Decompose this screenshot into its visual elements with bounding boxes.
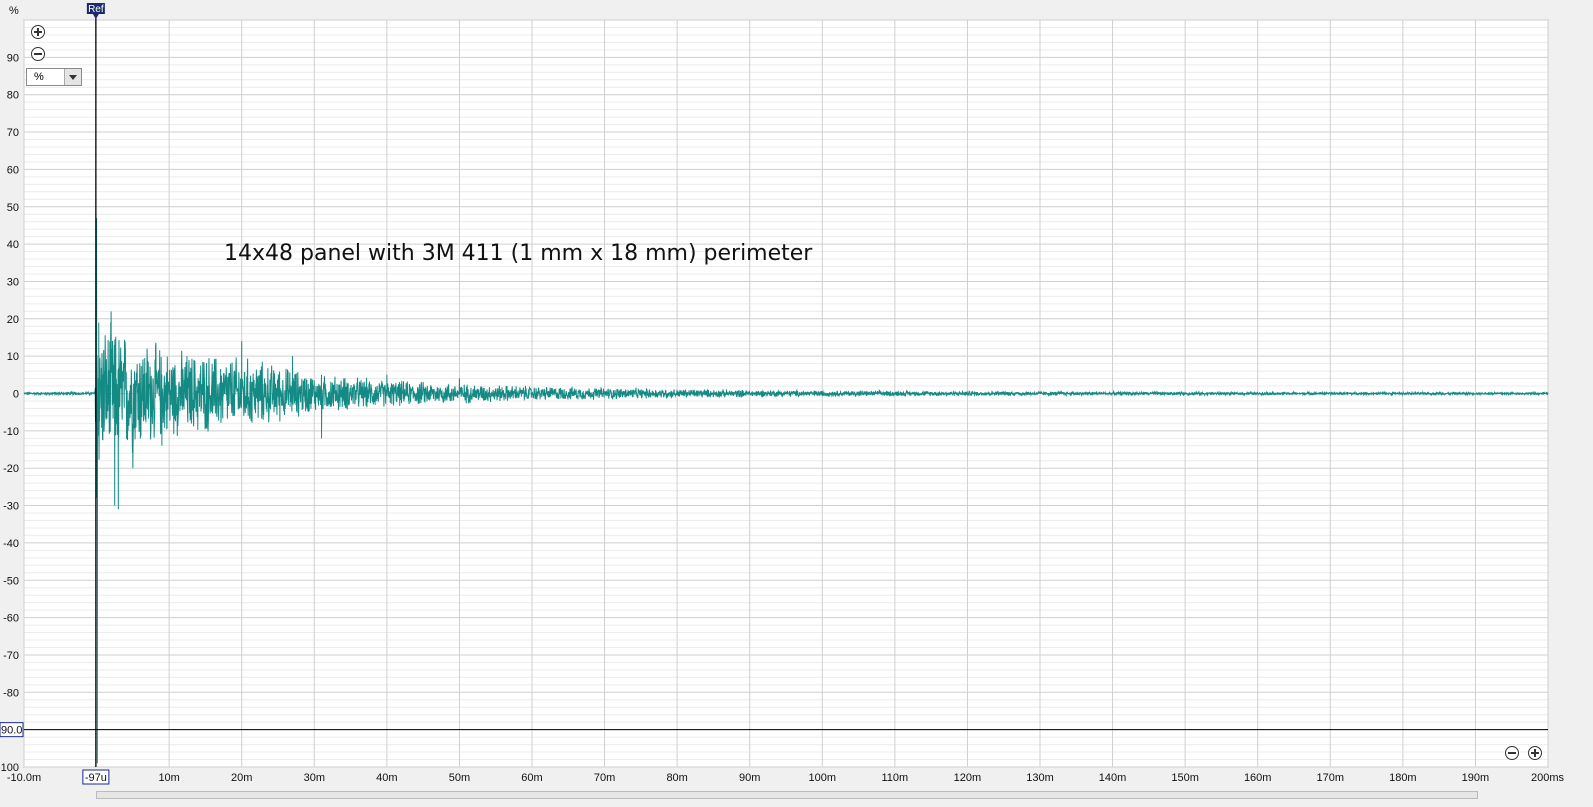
reference-marker-flag[interactable]: Ref <box>86 3 105 19</box>
chevron-down-icon[interactable] <box>64 69 81 85</box>
y-tick-label: -80 <box>3 687 19 699</box>
level-marker-label[interactable]: 90.0 <box>0 722 24 738</box>
x-tick-label: 90m <box>739 772 760 784</box>
svg-text:90.0: 90.0 <box>1 725 22 737</box>
x-tick-label: 30m <box>304 772 325 784</box>
y-tick-label: -50 <box>3 575 19 587</box>
horizontal-scrollbar[interactable] <box>96 791 1478 799</box>
x-tick-label: 80m <box>666 772 687 784</box>
x-tick-label: 190m <box>1462 772 1490 784</box>
x-tick-label: 200ms <box>1531 772 1565 784</box>
y-zoom-out-icon[interactable] <box>31 47 45 61</box>
y-tick-label: 70 <box>7 127 19 139</box>
y-tick-label: 80 <box>7 90 19 102</box>
y-tick-label: 50 <box>7 202 19 214</box>
x-tick-label: 160m <box>1244 772 1272 784</box>
x-tick-label: 170m <box>1317 772 1345 784</box>
y-tick-label: 40 <box>7 239 19 251</box>
x-tick-label: 20m <box>231 772 252 784</box>
x-tick-label: 60m <box>521 772 542 784</box>
x-zoom-in-icon[interactable] <box>1528 746 1542 760</box>
y-tick-label: 90 <box>7 52 19 64</box>
y-zoom-in-icon[interactable] <box>31 25 45 39</box>
x-tick-label: 130m <box>1026 772 1054 784</box>
x-axis-ticks: -10.0m 10m 20m 30m 40m 50m 60m 70m 80m 90m 100m 110… <box>7 772 1565 784</box>
chart-annotation: 14x48 panel with 3M 411 (1 mm x 18 mm) p… <box>224 241 813 266</box>
y-tick-label: -40 <box>3 538 19 550</box>
svg-text:Ref: Ref <box>88 4 104 15</box>
y-tick-label: 20 <box>7 314 19 326</box>
svg-text:-97u: -97u <box>85 772 107 784</box>
y-axis-ticks: 90 80 70 60 50 40 30 20 10 0 -10 -20 -30 -40 -50 -60 -70… <box>0 52 19 774</box>
x-tick-label: 50m <box>449 772 470 784</box>
x-tick-label: 100m <box>809 772 837 784</box>
impulse-chart[interactable]: % 90 80 70 60 50 40 30 20 10 0 -10 -20 -30 -40 -50 -60 -… <box>0 0 1593 807</box>
x-tick-label: 180m <box>1389 772 1417 784</box>
x-zoom-out-icon[interactable] <box>1505 746 1519 760</box>
unit-select[interactable]: % <box>26 68 82 86</box>
reference-marker-x-label[interactable]: -97u <box>82 769 110 785</box>
x-tick-label: 70m <box>594 772 615 784</box>
y-tick-label: 10 <box>7 351 19 363</box>
y-tick-label: -70 <box>3 650 19 662</box>
x-tick-label: 10m <box>158 772 179 784</box>
y-tick-label: -20 <box>3 463 19 475</box>
y-tick-label: 0 <box>13 389 19 401</box>
y-axis-unit-label: % <box>9 5 19 17</box>
x-tick-label: -10.0m <box>7 772 41 784</box>
x-tick-label: 120m <box>954 772 982 784</box>
y-tick-label: -10 <box>3 426 19 438</box>
x-tick-label: 150m <box>1171 772 1199 784</box>
y-tick-label: -30 <box>3 501 19 513</box>
x-tick-label: 40m <box>376 772 397 784</box>
x-tick-label: 140m <box>1099 772 1127 784</box>
x-tick-label: 110m <box>882 772 909 784</box>
y-tick-label: -60 <box>3 613 19 625</box>
y-tick-label: 60 <box>7 164 19 176</box>
y-tick-label: 30 <box>7 276 19 288</box>
unit-select-value: % <box>34 71 44 83</box>
